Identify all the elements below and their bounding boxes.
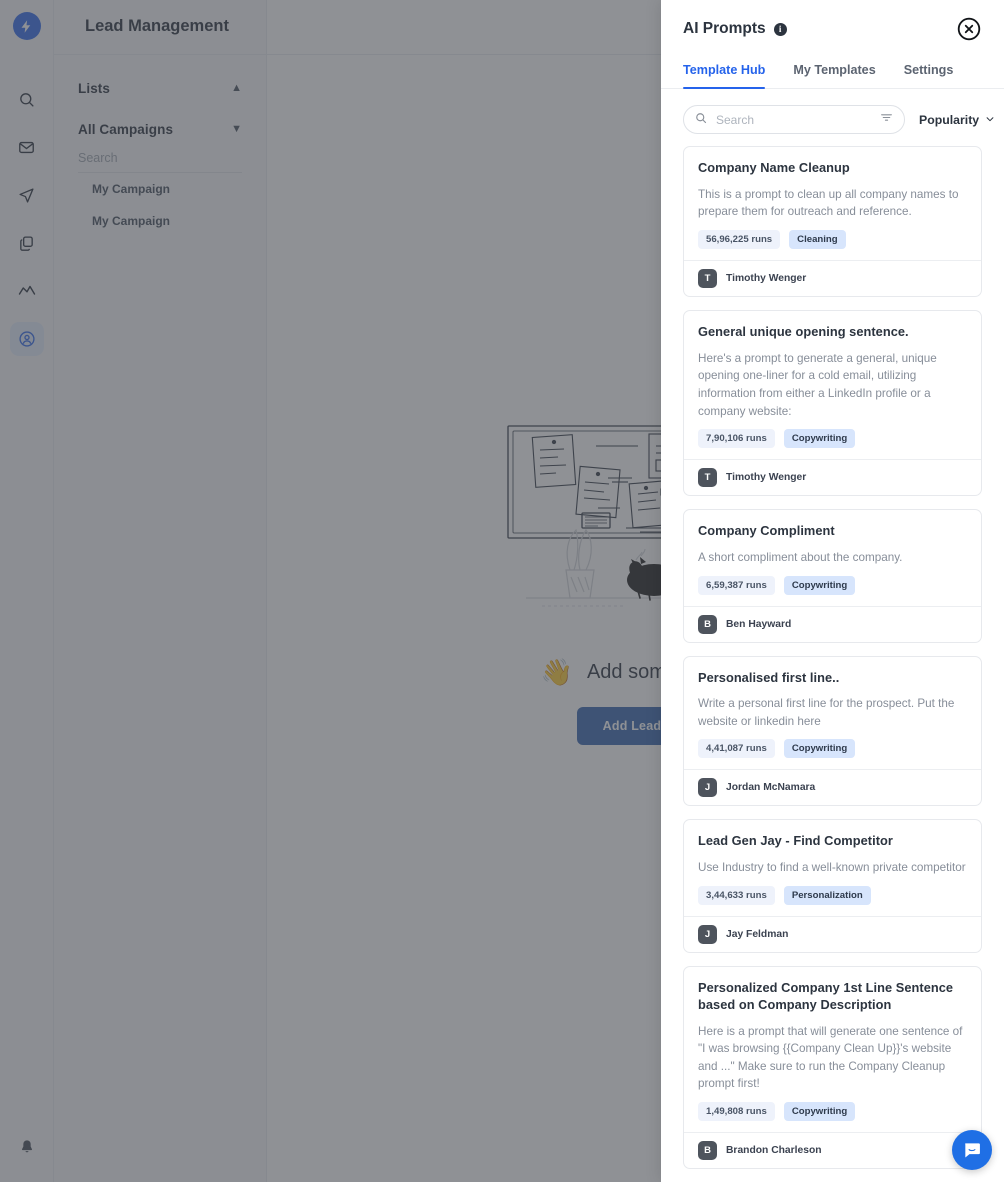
runs-badge: 4,41,087 runs [698,739,775,759]
avatar: B [698,1140,717,1160]
prompt-card-badges: 7,90,106 runs Copywriting [698,429,967,449]
prompt-card-title: Lead Gen Jay - Find Competitor [698,833,893,849]
filter-row: Popularity [661,89,1004,134]
prompt-card-body: General unique opening sentence. Here's a… [684,311,981,459]
prompt-card-description: Here is a prompt that will generate one … [698,1024,963,1091]
prompt-card-description: A short compliment about the company. [698,550,903,564]
tab-my-templates[interactable]: My Templates [793,63,875,88]
prompt-card-footer: B Brandon Charleson [684,1131,981,1168]
prompt-card[interactable]: Lead Gen Jay - Find Competitor Use Indust… [683,819,982,953]
tab-settings[interactable]: Settings [904,63,954,88]
category-badge: Copywriting [783,429,856,449]
prompt-card-badges: 56,96,225 runs Cleaning [698,229,967,249]
chevron-down-icon [985,113,995,127]
prompt-card-body: Personalised first line.. Write a persona… [684,657,981,770]
prompt-card-description: Here's a prompt to generate a general, u… [698,351,937,418]
prompt-card-title: General unique opening sentence. [698,323,909,339]
category-badge: Copywriting [783,575,856,595]
author-name: Timothy Wenger [726,472,807,484]
prompt-card-body: Company Name Cleanup This is a prompt to … [684,147,981,260]
prompt-card-footer: J Jay Feldman [684,915,981,952]
search-icon [695,111,707,129]
drawer-header: AI Prompts i [661,0,1004,42]
drawer-title: AI Prompts [683,20,766,37]
tab-template-hub[interactable]: Template Hub [683,63,766,89]
avatar: J [698,778,717,798]
prompt-card-list[interactable]: Company Name Cleanup This is a prompt to … [661,134,1004,1182]
prompt-card-description: Write a personal first line for the pros… [698,697,955,728]
prompt-card-title: Company Name Cleanup [698,160,850,175]
category-badge: Personalization [783,885,871,905]
author-name: Brandon Charleson [726,1144,822,1156]
runs-badge: 7,90,106 runs [698,429,775,449]
category-badge: Copywriting [783,1101,856,1121]
prompt-card-badges: 4,41,087 runs Copywriting [698,739,967,759]
avatar: T [698,268,717,288]
prompt-card[interactable]: Personalised first line.. Write a persona… [683,655,982,807]
search-box[interactable] [683,105,905,134]
runs-badge: 6,59,387 runs [698,575,775,595]
category-badge: Cleaning [789,229,846,249]
prompt-card-footer: T Timothy Wenger [684,259,981,296]
info-icon[interactable]: i [773,22,787,36]
modal-overlay[interactable] [0,0,661,1182]
prompt-card[interactable]: Company Name Cleanup This is a prompt to … [683,146,982,297]
ai-prompts-drawer: AI Prompts i Template Hub My Templates S… [661,0,1004,1182]
avatar: J [698,924,717,944]
prompt-card-footer: J Jordan McNamara [684,769,981,805]
author-name: Timothy Wenger [726,272,807,284]
prompt-card-title: Personalized Company 1st Line Sentence b… [698,979,954,1012]
drawer-title-group: AI Prompts i [683,20,787,38]
search-input[interactable] [716,112,871,127]
chat-bubble-icon[interactable] [952,1130,992,1170]
prompt-card-title: Personalised first line.. [698,669,840,685]
prompt-card[interactable]: Company Compliment A short compliment abo… [683,509,982,643]
author-name: Ben Hayward [726,618,792,630]
runs-badge: 3,44,633 runs [698,885,775,905]
avatar: T [698,468,717,488]
prompt-card[interactable]: General unique opening sentence. Here's a… [683,309,982,497]
prompt-card-body: Personalized Company 1st Line Sentence b… [684,967,981,1132]
screen: Lists ▲ All Campaigns ▼ Search My Campai… [0,0,1004,1182]
prompt-card-body: Lead Gen Jay - Find Competitor Use Indust… [684,820,981,915]
prompt-card-badges: 6,59,387 runs Copywriting [698,575,967,595]
drawer-tabs: Template Hub My Templates Settings [661,63,1004,89]
prompt-card-title: Company Compliment [698,523,835,539]
prompt-card-footer: T Timothy Wenger [684,459,981,495]
category-badge: Copywriting [783,739,856,759]
author-name: Jordan McNamara [726,782,816,794]
prompt-card-footer: B Ben Hayward [684,605,981,642]
prompt-card-body: Company Compliment A short compliment abo… [684,510,981,605]
prompt-card-description: Use Industry to find a well-known privat… [698,861,966,875]
author-name: Jay Feldman [726,928,789,940]
sort-dropdown[interactable]: Popularity [919,113,995,127]
prompt-card-badges: 3,44,633 runs Personalization [698,885,967,905]
runs-badge: 56,96,225 runs [698,229,781,249]
prompt-card-description: This is a prompt to clean up all company… [698,187,959,219]
filter-icon[interactable] [880,111,893,129]
runs-badge: 1,49,808 runs [698,1101,775,1121]
prompt-card-badges: 1,49,808 runs Copywriting [698,1101,967,1121]
avatar: B [698,614,717,634]
prompt-card[interactable]: Personalized Company 1st Line Sentence b… [683,965,982,1169]
sort-label: Popularity [919,112,980,127]
close-icon[interactable] [956,16,982,42]
